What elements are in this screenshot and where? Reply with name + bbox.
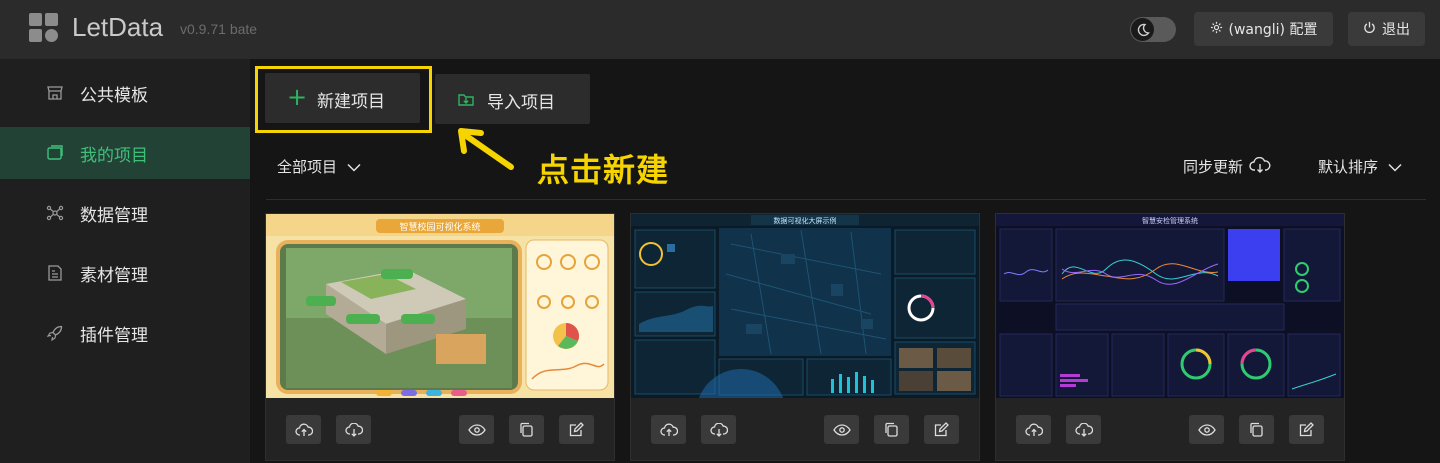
preview-button[interactable] [824,415,859,444]
sort-label: 默认排序 [1318,158,1379,176]
sidebar-item-assets[interactable]: 素材管理 [0,247,250,299]
project-card[interactable]: 数据可视化大屏示例 [630,213,980,461]
edit-button[interactable] [924,415,959,444]
logo-icon [29,13,59,43]
preview-button[interactable] [1189,415,1224,444]
highlight-frame [255,66,432,133]
project-thumbnail[interactable]: 数据可视化大屏示例 [631,214,979,398]
import-project-button[interactable]: 导入项目 [435,74,590,124]
copy-icon [1249,422,1264,437]
publish-button[interactable] [1016,415,1051,444]
svg-text:智慧校园可视化系统: 智慧校园可视化系统 [399,221,480,233]
cloud-download-icon [709,422,728,437]
annotation-text: 点击新建 [537,151,670,189]
sidebar-item-public-templates[interactable]: 公共模板 [0,67,250,119]
sidebar-item-data-management[interactable]: 数据管理 [0,187,250,239]
edit-button[interactable] [1289,415,1324,444]
chevron-down-icon [347,158,361,176]
sync-button[interactable]: 同步更新 [1183,156,1271,177]
sidebar-item-my-projects[interactable]: 我的项目 [0,127,250,179]
sync-label: 同步更新 [1183,158,1244,176]
app-version: v0.9.71 bate [180,21,258,37]
rocket-icon [46,324,64,342]
card-actions [266,398,614,460]
config-button[interactable]: (wangli) 配置 [1194,12,1333,46]
power-icon [1363,21,1376,38]
svg-text:智慧安检管理系统: 智慧安检管理系统 [1142,216,1198,225]
publish-button[interactable] [651,415,686,444]
card-actions [631,398,979,460]
cloud-download-icon [344,422,363,437]
download-button[interactable] [336,415,371,444]
publish-button[interactable] [286,415,321,444]
sidebar-item-label: 我的项目 [80,146,148,166]
cloud-upload-icon [659,423,678,437]
sidebar-item-label: 插件管理 [80,326,148,346]
theme-toggle[interactable] [1130,17,1176,42]
cloud-upload-icon [294,423,313,437]
storefront-icon [46,84,64,102]
logout-button[interactable]: 退出 [1348,12,1425,46]
card-actions [996,398,1344,460]
project-thumbnail[interactable]: 智慧安检管理系统 [996,214,1344,398]
import-project-label: 导入项目 [487,93,555,113]
edit-icon [1299,422,1314,437]
edit-icon [934,422,949,437]
project-thumbnail[interactable]: 智慧校园可视化系统 [266,214,614,398]
app-name: LetData [72,12,164,42]
cloud-download-icon [1074,422,1093,437]
sidebar: 公共模板 我的项目 数据管理 素材管理 插件管理 [0,59,250,463]
project-card[interactable]: 智慧校园可视化系统 [265,213,615,461]
copy-button[interactable] [874,415,909,444]
divider [266,199,1426,200]
chevron-down-icon [1388,158,1402,176]
eye-icon [1197,423,1216,436]
edit-icon [569,422,584,437]
layers-icon [46,144,64,162]
sidebar-item-plugins[interactable]: 插件管理 [0,307,250,359]
edit-button[interactable] [559,415,594,444]
eye-icon [832,423,851,436]
network-icon [46,204,64,222]
download-button[interactable] [1066,415,1101,444]
sidebar-item-label: 数据管理 [80,206,148,226]
gear-icon [1210,21,1223,38]
sidebar-item-label: 素材管理 [80,266,148,286]
cloud-upload-icon [1024,423,1043,437]
cloud-download-icon [1249,156,1271,177]
pointer-arrow-icon [458,128,514,170]
svg-text:数据可视化大屏示例: 数据可视化大屏示例 [774,216,837,225]
config-label: (wangli) 配置 [1228,22,1318,38]
copy-button[interactable] [1239,415,1274,444]
main-content: + 新建项目 导入项目 点击新建 全部项目 同步更新 默认排序 智慧校园可视化系… [250,59,1440,463]
copy-icon [519,422,534,437]
download-button[interactable] [701,415,736,444]
copy-icon [884,422,899,437]
top-bar: LetData v0.9.71 bate (wangli) 配置 退出 [0,0,1440,59]
moon-icon [1131,18,1154,41]
logout-label: 退出 [1382,22,1410,38]
project-card[interactable]: 智慧安检管理系统 [995,213,1345,461]
eye-icon [467,423,486,436]
sidebar-item-label: 公共模板 [80,86,148,106]
image-file-icon [46,264,64,282]
sort-dropdown[interactable]: 默认排序 [1318,156,1402,177]
project-filter-dropdown[interactable]: 全部项目 [277,156,361,177]
filter-label: 全部项目 [277,158,338,176]
import-icon [457,90,475,112]
copy-button[interactable] [509,415,544,444]
preview-button[interactable] [459,415,494,444]
